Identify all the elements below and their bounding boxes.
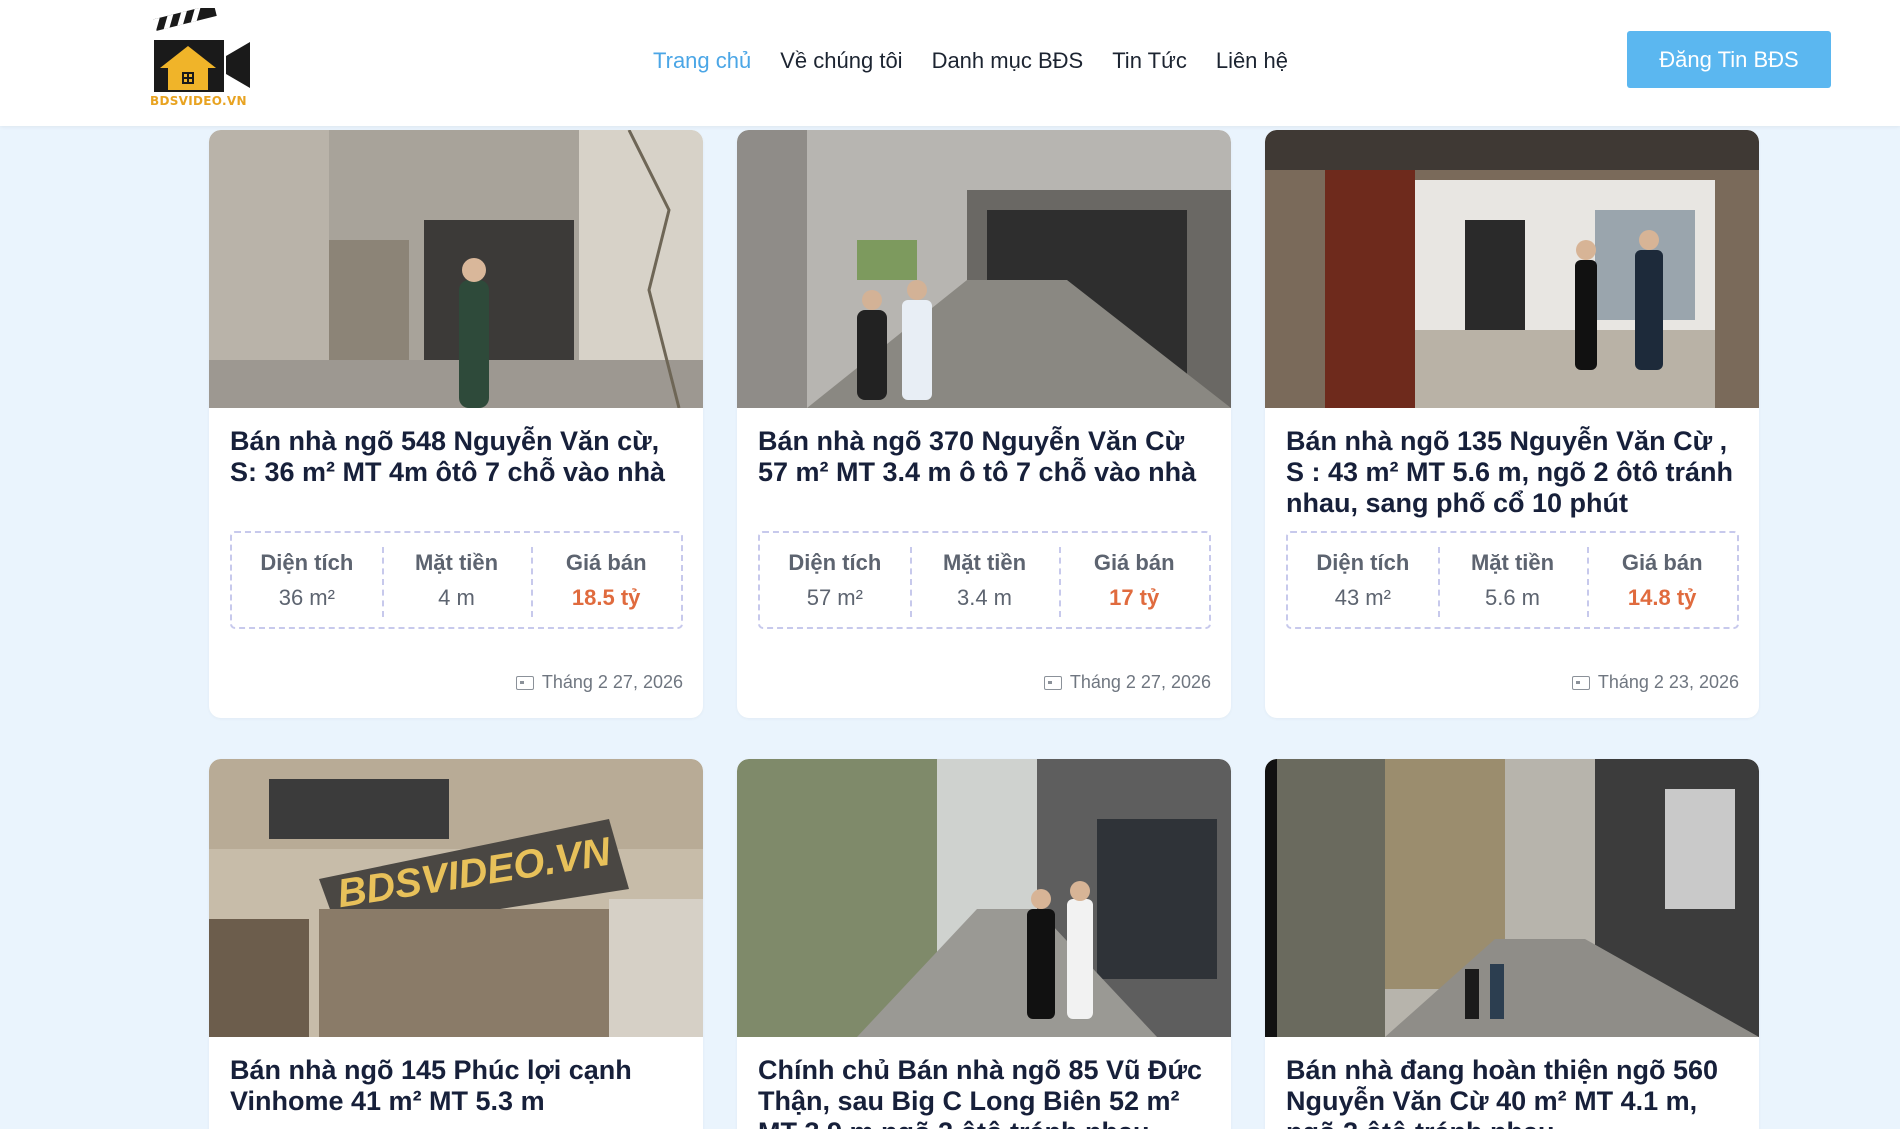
street-photo	[737, 759, 1231, 1037]
spec-label: Diện tích	[788, 549, 882, 575]
listing-card[interactable]: Bán nhà ngõ 135 Nguyễn Văn Cừ , S : 43 m…	[1265, 130, 1759, 718]
listing-photo[interactable]	[1265, 130, 1759, 408]
listing-photo[interactable]	[209, 130, 703, 408]
listing-photo[interactable]: BDSVIDEO.VN	[209, 759, 703, 1037]
nav-home[interactable]: Trang chủ	[653, 48, 751, 78]
listing-date: Tháng 2 27, 2026	[1043, 672, 1211, 693]
spec-area: Diện tích 43 m²	[1288, 533, 1438, 627]
spec-price: Giá bán 17 tỷ	[1059, 533, 1209, 627]
calendar-icon	[515, 675, 534, 690]
spec-label: Giá bán	[1093, 549, 1175, 575]
spec-label: Diện tích	[1316, 549, 1410, 575]
spec-label: Mặt tiền	[414, 549, 499, 575]
spec-label: Giá bán	[1621, 549, 1703, 575]
house-interior-photo	[1265, 130, 1759, 408]
listing-title[interactable]: Bán nhà đang hoàn thiện ngõ 560 Nguyễn V…	[1286, 1055, 1746, 1129]
listing-card[interactable]: Bán nhà ngõ 548 Nguyễn Văn cừ, S: 36 m² …	[209, 130, 703, 718]
listing-date: Tháng 2 27, 2026	[515, 672, 683, 693]
logo-text: BDSVIDEO.VN	[150, 94, 247, 108]
listing-title[interactable]: Bán nhà ngõ 145 Phúc lợi cạnh Vinhome 41…	[230, 1055, 690, 1117]
spec-frontage: Mặt tiền 4 m	[381, 533, 532, 627]
listing-specs: Diện tích 57 m² Mặt tiền 3.4 m Giá bán 1…	[758, 531, 1211, 629]
post-listing-button[interactable]: Đăng Tin BĐS	[1627, 31, 1831, 88]
listing-date: Tháng 2 23, 2026	[1571, 672, 1739, 693]
spec-label: Giá bán	[565, 549, 647, 575]
main-nav: Trang chủ Về chúng tôi Danh mục BĐS Tin …	[653, 48, 1317, 78]
date-text: Tháng 2 27, 2026	[541, 672, 683, 692]
spec-value: 57 m²	[806, 584, 863, 610]
spec-price: Giá bán 14.8 tỷ	[1587, 533, 1737, 627]
listing-title[interactable]: Bán nhà ngõ 548 Nguyễn Văn cừ, S: 36 m² …	[230, 426, 690, 488]
spec-frontage: Mặt tiền 3.4 m	[909, 533, 1060, 627]
listing-title[interactable]: Chính chủ Bán nhà ngõ 85 Vũ Đức Thận, sa…	[758, 1055, 1218, 1129]
spec-price: Giá bán 18.5 tỷ	[531, 533, 681, 627]
site-logo[interactable]: BDSVIDEO.VN	[150, 4, 260, 112]
spec-area: Diện tích 36 m²	[232, 533, 382, 627]
price-value: 18.5 tỷ	[571, 584, 641, 610]
spec-value: 43 m²	[1334, 584, 1391, 610]
listing-card[interactable]: Bán nhà đang hoàn thiện ngõ 560 Nguyễn V…	[1265, 759, 1759, 1129]
nav-news[interactable]: Tin Tức	[1112, 48, 1187, 78]
listing-card[interactable]: BDSVIDEO.VN Bán nhà ngõ 145 Phúc lợi cạn…	[209, 759, 703, 1129]
spec-value: 36 m²	[278, 584, 335, 610]
price-value: 17 tỷ	[1109, 584, 1160, 610]
calendar-icon	[1043, 675, 1062, 690]
date-text: Tháng 2 23, 2026	[1597, 672, 1739, 692]
listing-photo[interactable]	[737, 130, 1231, 408]
spec-value: 4 m	[438, 584, 475, 610]
nav-about[interactable]: Về chúng tôi	[780, 48, 902, 78]
listing-title[interactable]: Bán nhà ngõ 370 Nguyễn Văn Cừ 57 m² MT 3…	[758, 426, 1218, 488]
listing-photo[interactable]	[737, 759, 1231, 1037]
spec-frontage: Mặt tiền 5.6 m	[1437, 533, 1588, 627]
price-value: 14.8 tỷ	[1627, 584, 1697, 610]
site-header: BDSVIDEO.VN Trang chủ Về chúng tôi Danh …	[0, 0, 1900, 126]
spec-area: Diện tích 57 m²	[760, 533, 910, 627]
listing-title[interactable]: Bán nhà ngõ 135 Nguyễn Văn Cừ , S : 43 m…	[1286, 426, 1746, 519]
spec-value: 3.4 m	[956, 584, 1013, 610]
listing-card[interactable]: Chính chủ Bán nhà ngõ 85 Vũ Đức Thận, sa…	[737, 759, 1231, 1129]
nav-contact[interactable]: Liên hệ	[1216, 48, 1288, 78]
construction-street-photo	[1265, 759, 1759, 1037]
spec-value: 5.6 m	[1484, 584, 1541, 610]
clapperboard-house-icon	[150, 4, 250, 92]
date-text: Tháng 2 27, 2026	[1069, 672, 1211, 692]
street-house-photo	[209, 130, 703, 408]
calendar-icon	[1571, 675, 1590, 690]
listing-specs: Diện tích 43 m² Mặt tiền 5.6 m Giá bán 1…	[1286, 531, 1739, 629]
listing-specs: Diện tích 36 m² Mặt tiền 4 m Giá bán 18.…	[230, 531, 683, 629]
alley-photo	[737, 130, 1231, 408]
spec-label: Mặt tiền	[942, 549, 1027, 575]
nav-categories[interactable]: Danh mục BĐS	[932, 48, 1084, 78]
listing-photo[interactable]	[1265, 759, 1759, 1037]
spec-label: Diện tích	[260, 549, 354, 575]
listing-card[interactable]: Bán nhà ngõ 370 Nguyễn Văn Cừ 57 m² MT 3…	[737, 130, 1231, 718]
spec-label: Mặt tiền	[1470, 549, 1555, 575]
